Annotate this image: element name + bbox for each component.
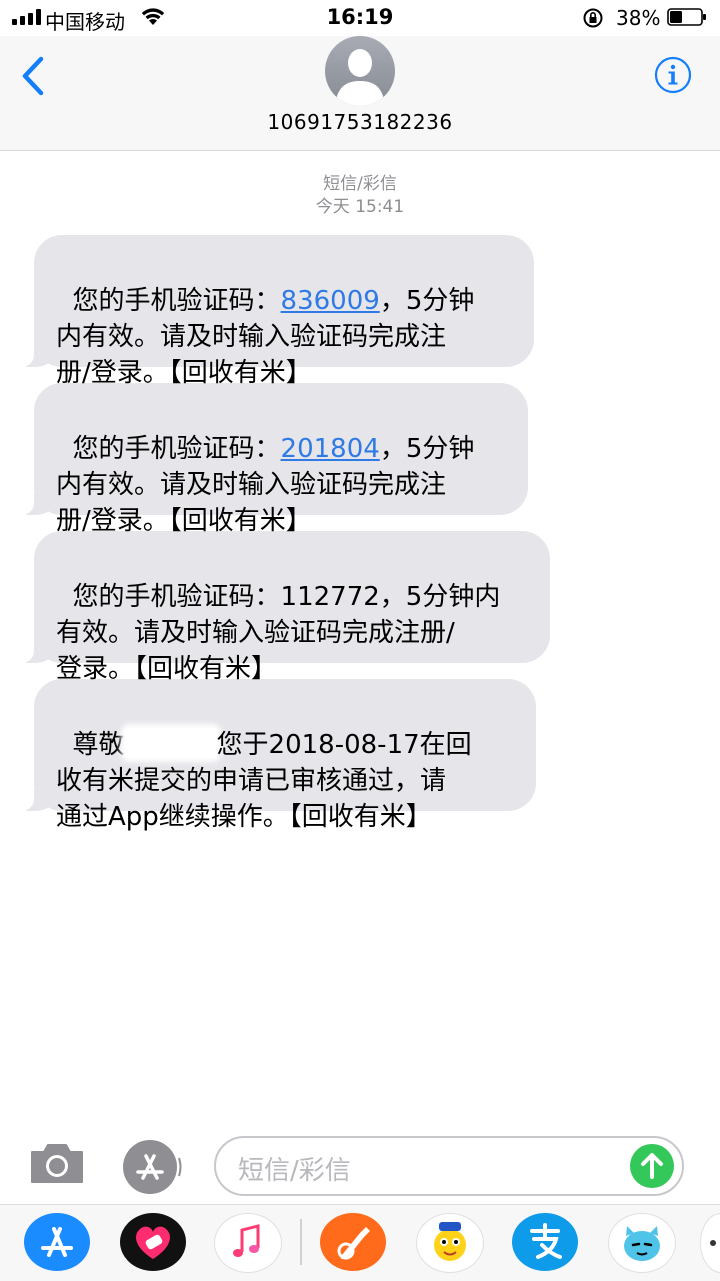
message-bubble[interactable]: 尊敬 您于2018-08-17在回 收有米提交的申请已审核通过，请 通过App继续… <box>16 679 536 832</box>
arrow-up-icon <box>641 1153 663 1179</box>
contact-name[interactable]: 10691753182236 <box>0 110 720 134</box>
clock: 16:19 <box>326 5 394 29</box>
chevron-left-icon[interactable] <box>20 56 46 96</box>
conversation-header: 10691753182236 <box>0 36 720 151</box>
rotation-lock-icon <box>583 8 603 28</box>
more-apps-icon[interactable] <box>700 1213 720 1273</box>
send-button[interactable] <box>630 1144 674 1188</box>
redacted-name <box>124 728 217 758</box>
battery-percentage: 38% <box>616 6 661 30</box>
battery-icon <box>667 8 706 26</box>
service-label: 短信/彩信 <box>323 174 397 194</box>
drawer-divider <box>300 1219 302 1265</box>
person-icon <box>335 49 385 106</box>
app-store-icon <box>123 1140 182 1194</box>
camera-icon[interactable] <box>28 1140 86 1186</box>
music-icon[interactable] <box>214 1213 282 1273</box>
status-bar: 中国移动 16:19 38% <box>0 0 720 36</box>
message-bubble[interactable]: 您的手机验证码：112772，5分钟内 有效。请及时输入验证码完成注册/ 登录。… <box>16 531 550 684</box>
message-input-placeholder: 短信/彩信 <box>238 1156 351 1186</box>
info-icon[interactable] <box>654 56 692 94</box>
message-timestamp: 今天 15:41 <box>315 197 405 217</box>
apps-button[interactable] <box>121 1138 183 1200</box>
message-text: 您的手机验证码： <box>72 434 281 464</box>
alipay-icon[interactable] <box>512 1213 578 1271</box>
contact-avatar[interactable] <box>325 36 395 106</box>
message-input[interactable]: 短信/彩信 <box>214 1136 684 1196</box>
sticker-icon[interactable] <box>416 1213 484 1273</box>
verification-code-link[interactable]: 201804 <box>281 434 380 464</box>
app-drawer <box>0 1204 720 1281</box>
app-store-icon[interactable] <box>24 1213 90 1271</box>
message-text: 您的手机验证码： <box>72 286 281 316</box>
message-text: 您的手机验证码：112772，5分钟内 有效。请及时输入验证码完成注册/ 登录。… <box>56 582 501 684</box>
message-bubble[interactable]: 您的手机验证码：836009，5分钟 内有效。请及时输入验证码完成注 册/登录。… <box>16 235 534 388</box>
heart-app-icon[interactable] <box>120 1213 186 1271</box>
garageband-icon[interactable] <box>320 1213 386 1271</box>
message-text: 尊敬 <box>72 730 125 760</box>
message-bubble[interactable]: 您的手机验证码：201804，5分钟 内有效。请及时输入验证码完成注 册/登录。… <box>16 383 528 536</box>
emoji-icon[interactable] <box>608 1213 676 1273</box>
verification-code-link[interactable]: 836009 <box>281 286 380 316</box>
